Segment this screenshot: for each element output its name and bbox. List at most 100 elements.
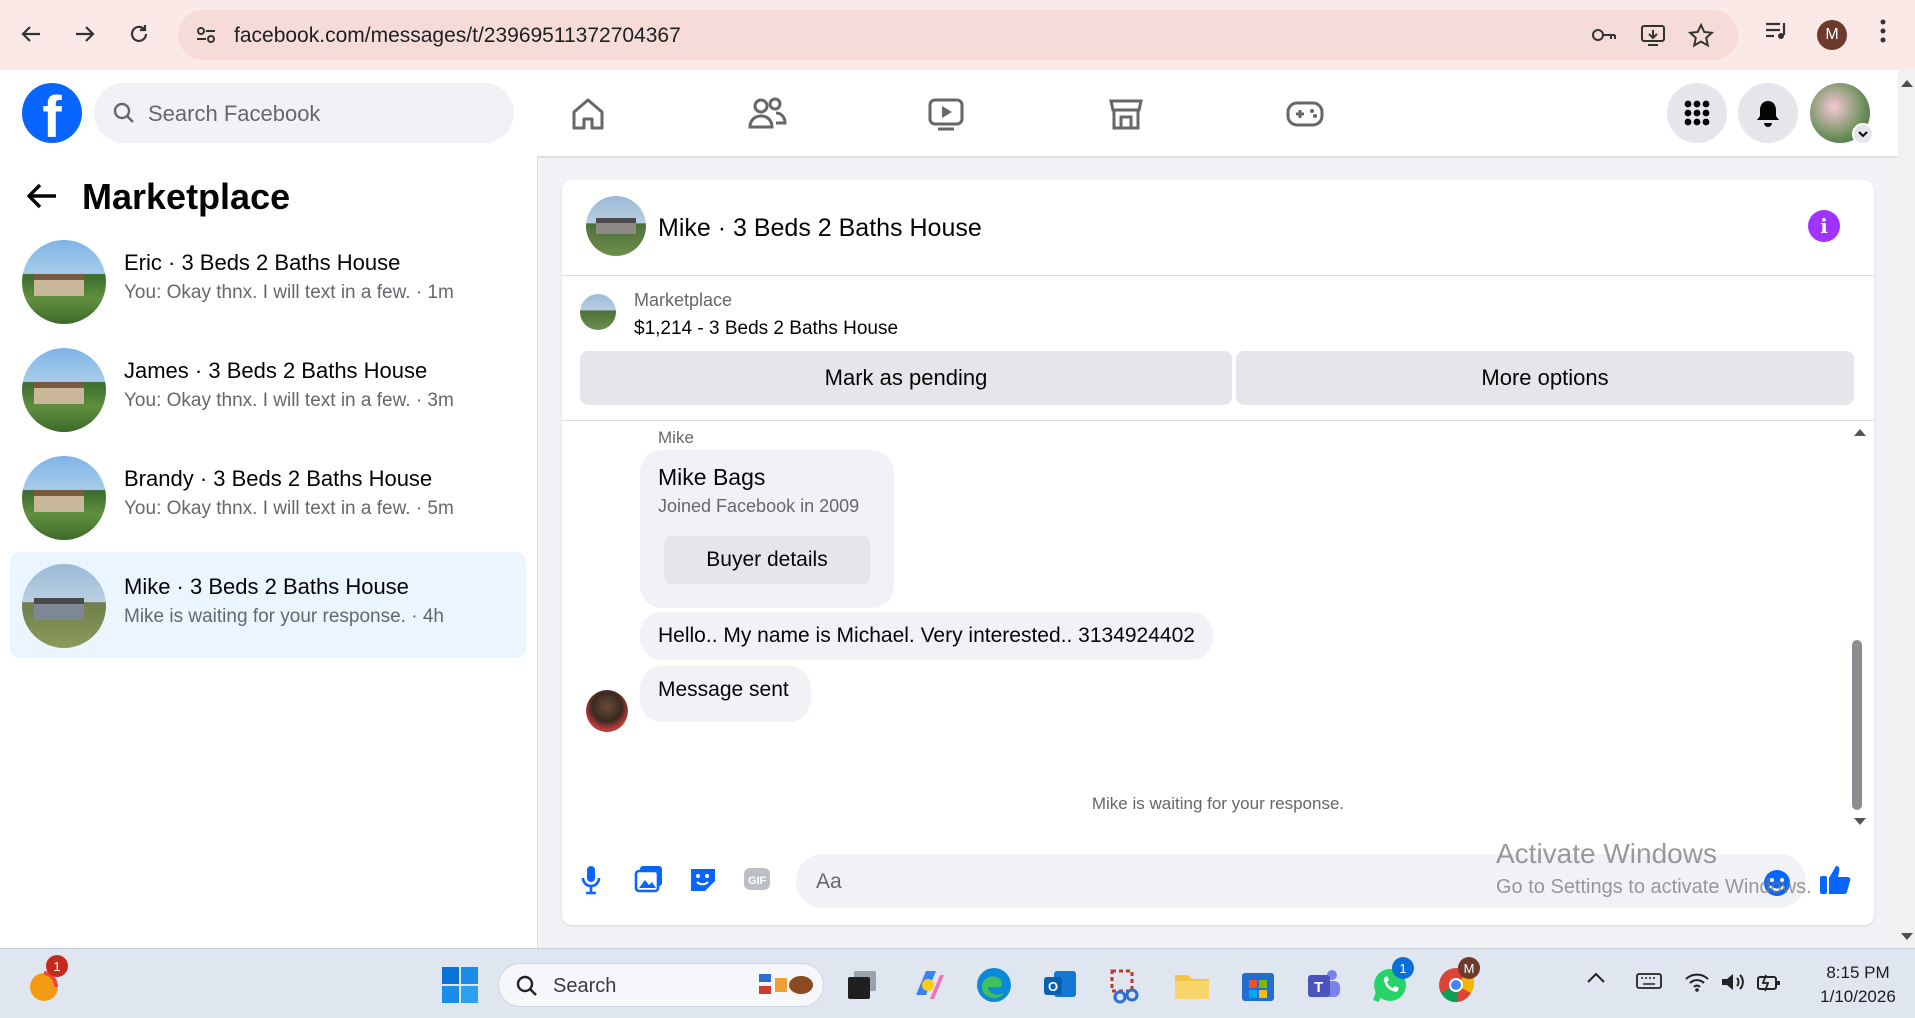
panel-title: Marketplace [82,176,291,217]
taskbar-search-placeholder: Search [553,975,617,997]
conversation-item-eric[interactable]: Eric · 3 Beds 2 Baths House You: Okay th… [10,228,526,334]
page-scroll-up-icon[interactable] [1900,78,1914,88]
password-key-icon[interactable] [1590,23,1618,52]
windows-start-icon[interactable] [440,965,480,1005]
clock-date: 1/10/2026 [1820,987,1896,1006]
listing-thumbnail [22,564,106,648]
show-hidden-icons-chevron-icon[interactable] [1586,971,1626,1011]
message-bubble[interactable]: Hello.. My name is Michael. Very interes… [640,612,1213,660]
sender-label: Mike [658,428,694,447]
waiting-status: Mike is waiting for your response. [1091,794,1345,813]
chrome-icon[interactable]: M [1436,957,1480,1005]
install-app-icon[interactable] [1640,23,1666,52]
info-icon[interactable]: i [1808,210,1840,242]
marketplace-icon[interactable] [1104,92,1148,136]
bookmark-star-icon[interactable] [1687,22,1715,54]
message-list[interactable]: Mike Mike Bags Joined Facebook in 2009 B… [562,422,1874,832]
home-icon[interactable] [566,92,610,136]
scrollbar-thumb[interactable] [1852,640,1862,810]
search-icon [113,102,134,123]
listing-thumbnail [22,240,106,324]
gaming-icon[interactable] [1283,92,1327,136]
chat-title[interactable]: Mike · 3 Beds 2 Baths House [658,214,982,243]
edge-browser-icon[interactable] [974,965,1014,1005]
clock-time: 8:15 PM [1826,963,1890,982]
mark-as-pending-button[interactable]: Mark as pending [580,351,1232,405]
windows-activation-watermark: Activate Windows Go to Settings to activ… [1496,838,1812,898]
battery-icon[interactable] [1756,971,1796,1011]
conversation-item-mike[interactable]: Mike · 3 Beds 2 Baths House Mike is wait… [10,552,526,658]
menu-grid-icon[interactable] [1667,83,1727,143]
page-scrollbar[interactable] [1898,70,1915,948]
back-arrow-icon[interactable] [26,182,58,215]
copilot-icon[interactable] [908,965,948,1005]
chat-listing-avatar[interactable] [586,196,646,256]
marketplace-conversations-panel: Marketplace Eric · 3 Beds 2 Baths House … [0,156,538,948]
conversation-name: Brandy · 3 Beds 2 Baths House [124,466,433,491]
microsoft-store-icon[interactable] [1238,965,1278,1005]
sticker-icon[interactable] [688,864,718,899]
listing-thumbnail [22,348,106,432]
chat-panel: Mike · 3 Beds 2 Baths House i Marketplac… [562,180,1874,925]
snipping-tool-icon[interactable] [1106,965,1146,1005]
composer-placeholder: Aa [816,870,842,893]
wifi-icon[interactable] [1684,971,1724,1011]
photo-icon[interactable] [634,864,664,899]
search-icon [516,975,537,996]
whatsapp-icon[interactable]: 1 [1370,957,1414,1005]
conversation-preview: You: Okay thnx. I will text in a few. · … [124,282,454,303]
video-icon[interactable] [924,92,968,136]
forward-icon[interactable] [68,17,102,51]
sender-avatar[interactable] [586,690,628,732]
back-icon[interactable] [14,17,48,51]
search-highlight-icon [759,974,813,994]
scroll-up-icon[interactable] [1852,426,1868,438]
gif-icon[interactable]: GIF [742,864,772,899]
reload-icon[interactable] [122,17,156,51]
profile-avatar[interactable] [1810,83,1874,145]
svg-text:T: T [1314,979,1323,996]
facebook-search-input[interactable]: Search Facebook [94,83,514,143]
buyer-details-button[interactable]: Buyer details [664,536,870,584]
url-text: facebook.com/messages/t/2396951137270436… [234,24,681,47]
chat-header: Mike · 3 Beds 2 Baths House i [562,180,1874,276]
like-thumbs-up-icon[interactable] [1818,862,1852,901]
search-placeholder: Search Facebook [148,101,321,126]
browser-profile-avatar[interactable]: M [1817,20,1847,50]
page-scroll-down-icon[interactable] [1900,932,1914,942]
more-options-button[interactable]: More options [1236,351,1854,405]
file-explorer-icon[interactable] [1172,965,1212,1005]
weather-app-icon[interactable]: 1 [26,955,68,1005]
notification-badge: 1 [46,955,68,977]
keyboard-icon[interactable] [1636,971,1676,1011]
conversation-name: James · 3 Beds 2 Baths House [124,358,428,383]
listing-price-title[interactable]: $1,214 - 3 Beds 2 Baths House [634,318,898,340]
scroll-down-icon[interactable] [1852,816,1868,828]
conversation-item-james[interactable]: James · 3 Beds 2 Baths House You: Okay t… [10,336,526,442]
buyer-card: Mike Bags Joined Facebook in 2009 Buyer … [640,450,894,608]
friends-icon[interactable] [745,92,789,136]
address-bar[interactable]: facebook.com/messages/t/2396951137270436… [178,10,1738,60]
volume-icon[interactable] [1720,971,1760,1011]
conversation-item-brandy[interactable]: Brandy · 3 Beds 2 Baths House You: Okay … [10,444,526,550]
facebook-logo[interactable]: f [22,83,82,143]
microphone-icon[interactable] [580,864,602,901]
message-bubble[interactable]: Message sent [640,666,811,722]
svg-text:O: O [1048,979,1058,994]
notifications-bell-icon[interactable] [1738,83,1798,143]
browser-menu-icon[interactable] [1878,17,1888,50]
outlook-icon[interactable]: O [1040,965,1080,1005]
teams-icon[interactable]: T [1304,965,1344,1005]
chevron-down-icon [1852,123,1874,145]
taskbar-clock[interactable]: 8:15 PM 1/10/2026 [1808,961,1908,1009]
task-view-icon[interactable] [842,965,882,1005]
media-controls-icon[interactable] [1763,17,1791,50]
listing-mini-thumbnail[interactable] [580,294,616,330]
buyer-joined: Joined Facebook in 2009 [658,496,860,516]
conversation-preview: You: Okay thnx. I will text in a few. · … [124,390,454,411]
taskbar-search-input[interactable]: Search [498,963,824,1007]
whatsapp-badge: 1 [1392,957,1414,979]
site-settings-icon[interactable] [194,23,218,52]
listing-category: Marketplace [634,290,733,310]
facebook-header: f Search Facebook [0,70,1898,156]
